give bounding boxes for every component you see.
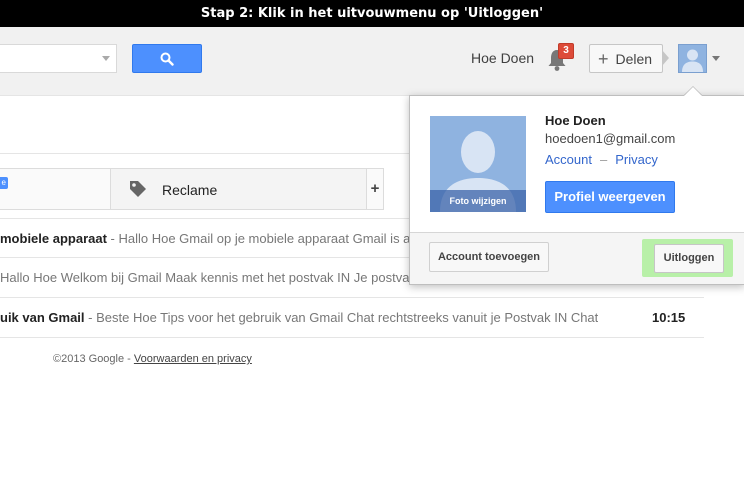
share-button[interactable]: + Delen [589, 44, 663, 73]
account-name-link[interactable]: Hoe Doen [471, 50, 534, 66]
email-snippet: Hallo Hoe Welkom bij Gmail Maak kennis m… [0, 270, 416, 285]
logout-button[interactable]: Uitloggen [654, 244, 724, 273]
email-sender: uik van Gmail [0, 310, 85, 325]
share-arrow-icon [662, 50, 669, 66]
notification-count-badge: 3 [558, 43, 574, 59]
tab-promotions-label: Reclame [162, 182, 218, 198]
popup-pointer-fill [684, 87, 702, 96]
search-button[interactable] [132, 44, 202, 73]
popup-footer: Account toevoegen Uitloggen [410, 232, 744, 284]
tag-icon [130, 181, 146, 197]
add-account-button[interactable]: Account toevoegen [429, 242, 549, 272]
instruction-banner: Stap 2: Klik in het uitvouwmenu op 'Uitl… [0, 0, 744, 27]
search-options-dropdown-icon[interactable] [102, 56, 110, 61]
account-avatar-button[interactable] [678, 44, 707, 73]
privacy-link[interactable]: Privacy [615, 152, 658, 167]
profile-photo[interactable]: Foto wijzigen [430, 116, 526, 212]
email-snippet: - Beste Hoe Tips voor het gebruik van Gm… [84, 310, 598, 325]
email-row[interactable]: uik van Gmail - Beste Hoe Tips voor het … [0, 298, 704, 338]
avatar-silhouette-icon [682, 49, 703, 72]
popup-account-name: Hoe Doen [545, 113, 606, 128]
popup-links: Account – Privacy [545, 152, 658, 167]
inbox-tabs: e Reclame + [0, 168, 384, 210]
popup-account-email: hoedoen1@gmail.com [545, 131, 676, 146]
search-icon [160, 52, 174, 66]
link-separator: – [599, 152, 608, 167]
new-badge: e [0, 177, 8, 189]
copyright-text: ©2013 Google - [53, 353, 134, 365]
change-photo-link[interactable]: Foto wijzigen [430, 190, 526, 212]
plus-icon: + [598, 48, 609, 69]
account-link[interactable]: Account [545, 152, 592, 167]
tab-promotions[interactable]: Reclame [111, 169, 366, 209]
page-footer: ©2013 Google - Voorwaarden en privacy [53, 353, 252, 365]
add-tab-button[interactable]: + [367, 169, 383, 209]
account-popup: Foto wijzigen Hoe Doen hoedoen1@gmail.co… [409, 95, 744, 285]
chevron-down-icon[interactable] [712, 56, 720, 61]
search-input[interactable] [0, 44, 117, 73]
divider [0, 153, 410, 154]
top-header: Hoe Doen 3 + Delen [0, 27, 744, 96]
share-label: Delen [615, 50, 653, 67]
email-sender: mobiele apparaat [0, 231, 107, 246]
view-profile-button[interactable]: Profiel weergeven [545, 181, 675, 213]
email-snippet: - Hallo Hoe Gmail op je mobiele apparaat… [106, 231, 430, 246]
terms-privacy-link[interactable]: Voorwaarden en privacy [134, 353, 252, 365]
email-time: 10:15 [652, 310, 686, 325]
